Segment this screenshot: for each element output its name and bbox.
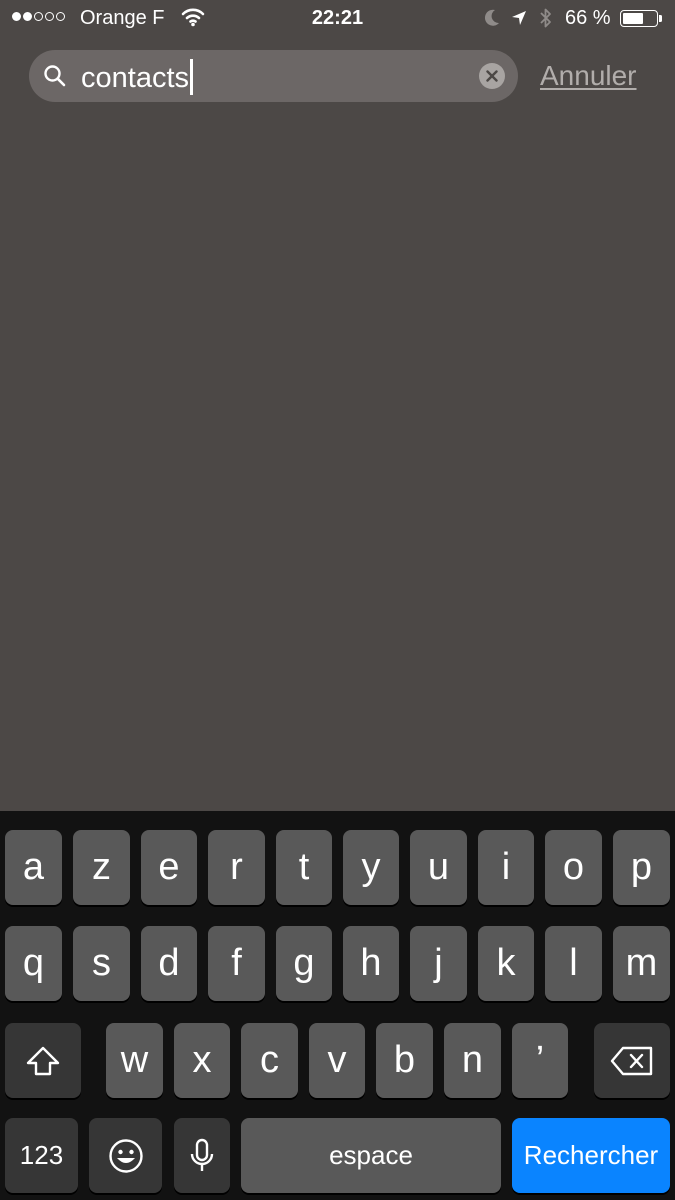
key-t[interactable]: t (276, 830, 332, 905)
key-m[interactable]: m (613, 926, 670, 1001)
delete-key[interactable] (594, 1023, 670, 1098)
key-a[interactable]: a (5, 830, 62, 905)
key-j[interactable]: j (410, 926, 467, 1001)
key-l[interactable]: l (545, 926, 602, 1001)
space-key[interactable]: espace (241, 1118, 501, 1193)
key-d[interactable]: d (141, 926, 197, 1001)
key-c[interactable]: c (241, 1023, 298, 1098)
key-x[interactable]: x (174, 1023, 230, 1098)
moon-icon (483, 8, 501, 33)
key-z[interactable]: z (73, 830, 130, 905)
emoji-icon (108, 1138, 144, 1174)
key-f[interactable]: f (208, 926, 265, 1001)
backspace-icon (610, 1046, 654, 1076)
key-p[interactable]: p (613, 830, 670, 905)
key-q[interactable]: q (5, 926, 62, 1001)
bluetooth-icon (538, 6, 554, 35)
key-k[interactable]: k (478, 926, 534, 1001)
shift-key[interactable] (5, 1023, 81, 1098)
location-arrow-icon (510, 9, 528, 32)
key-s[interactable]: s (73, 926, 130, 1001)
key-b[interactable]: b (376, 1023, 433, 1098)
emoji-key[interactable] (89, 1118, 162, 1193)
search-input[interactable]: contacts (81, 59, 193, 95)
key-n[interactable]: n (444, 1023, 501, 1098)
key-apostrophe[interactable]: ’ (512, 1023, 568, 1098)
battery-percentage: 66 % (565, 7, 611, 29)
key-e[interactable]: e (141, 830, 197, 905)
keyboard: a z e r t y u i o p q s d f g h j k l m … (0, 811, 675, 1200)
battery-level-fill (623, 13, 644, 24)
key-o[interactable]: o (545, 830, 602, 905)
search-return-key[interactable]: Rechercher (512, 1118, 670, 1193)
status-bar: Orange F 22:21 66 % (0, 0, 675, 38)
key-r[interactable]: r (208, 830, 265, 905)
battery-icon (620, 10, 658, 27)
numbers-key[interactable]: 123 (5, 1118, 78, 1193)
key-h[interactable]: h (343, 926, 399, 1001)
key-y[interactable]: y (343, 830, 399, 905)
microphone-icon (189, 1138, 215, 1174)
search-field[interactable]: contacts (29, 50, 518, 102)
key-w[interactable]: w (106, 1023, 163, 1098)
battery-tip (659, 15, 662, 22)
search-query: contacts (81, 62, 189, 94)
key-g[interactable]: g (276, 926, 332, 1001)
key-i[interactable]: i (478, 830, 534, 905)
clear-icon[interactable] (479, 63, 505, 89)
cancel-button[interactable]: Annuler (540, 60, 637, 92)
key-u[interactable]: u (410, 830, 467, 905)
dictation-key[interactable] (174, 1118, 230, 1193)
key-v[interactable]: v (309, 1023, 365, 1098)
text-cursor (190, 59, 193, 95)
search-icon (43, 64, 67, 93)
shift-icon (25, 1045, 61, 1077)
